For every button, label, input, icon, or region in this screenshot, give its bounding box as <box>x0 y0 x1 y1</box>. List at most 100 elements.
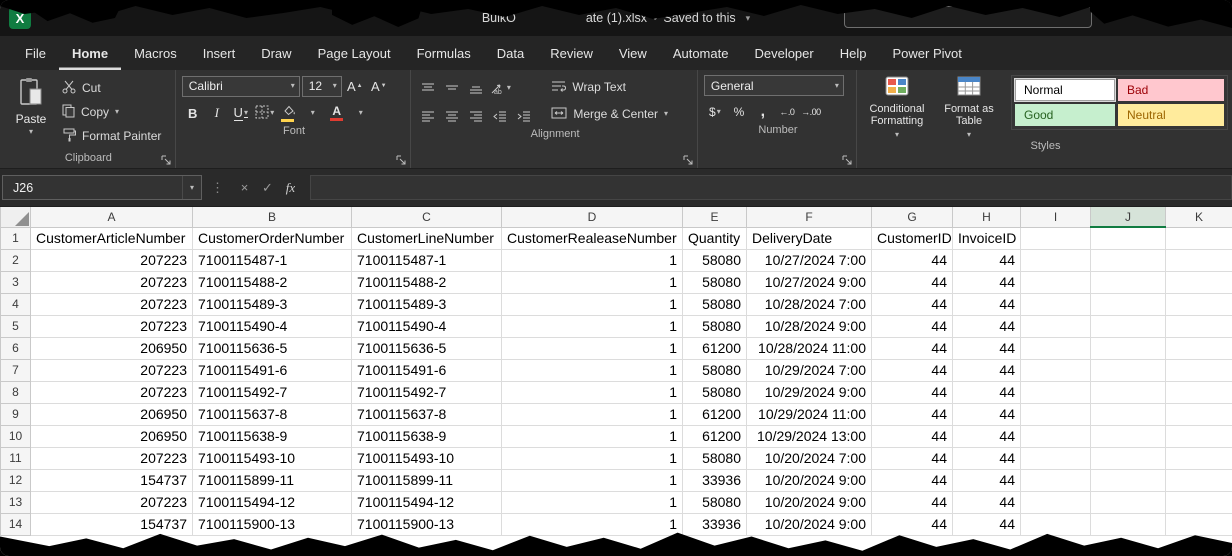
cell-H4[interactable]: 44 <box>953 293 1021 315</box>
cell-C2[interactable]: 7100115487-1 <box>352 249 502 271</box>
cell-K12[interactable] <box>1166 469 1232 491</box>
cell-C1[interactable]: CustomerLineNumber <box>352 227 502 249</box>
cell-J12[interactable] <box>1091 469 1166 491</box>
cell-B9[interactable]: 7100115637-8 <box>193 403 352 425</box>
align-left-button[interactable] <box>417 105 439 127</box>
row-header-9[interactable]: 9 <box>1 403 31 425</box>
clipboard-dialog-launcher[interactable] <box>161 153 172 164</box>
tab-insert[interactable]: Insert <box>190 36 249 70</box>
cell-J8[interactable] <box>1091 381 1166 403</box>
cell-A5[interactable]: 207223 <box>31 315 193 337</box>
cell-F1[interactable]: DeliveryDate <box>747 227 872 249</box>
cell-I3[interactable] <box>1021 271 1091 293</box>
row-header-12[interactable]: 12 <box>1 469 31 491</box>
cell-C10[interactable]: 7100115638-9 <box>352 425 502 447</box>
decrease-decimal-button[interactable]: →.00 <box>800 101 822 123</box>
row-header-8[interactable]: 8 <box>1 381 31 403</box>
cell-K9[interactable] <box>1166 403 1232 425</box>
tab-power-pivot[interactable]: Power Pivot <box>879 36 974 70</box>
chevron-down-icon[interactable]: ▾ <box>746 13 751 24</box>
cell-A6[interactable]: 206950 <box>31 337 193 359</box>
cell-K10[interactable] <box>1166 425 1232 447</box>
cell-B4[interactable]: 7100115489-3 <box>193 293 352 315</box>
tab-developer[interactable]: Developer <box>741 36 826 70</box>
cell-G6[interactable]: 44 <box>872 337 953 359</box>
percent-style-button[interactable]: % <box>728 101 750 123</box>
cell-B1[interactable]: CustomerOrderNumber <box>193 227 352 249</box>
font-name-select[interactable]: Calibri ▾ <box>182 76 300 97</box>
cell-H1[interactable]: InvoiceID <box>953 227 1021 249</box>
cell-F13[interactable]: 10/20/2024 9:00 <box>747 491 872 513</box>
increase-decimal-button[interactable]: ←.0 <box>776 101 798 123</box>
align-center-button[interactable] <box>441 105 463 127</box>
cell-B5[interactable]: 7100115490-4 <box>193 315 352 337</box>
column-header-E[interactable]: E <box>683 207 747 227</box>
cell-D8[interactable]: 1 <box>502 381 683 403</box>
cell-H5[interactable]: 44 <box>953 315 1021 337</box>
cell-K11[interactable] <box>1166 447 1232 469</box>
cell-J4[interactable] <box>1091 293 1166 315</box>
cell-D3[interactable]: 1 <box>502 271 683 293</box>
cell-F7[interactable]: 10/29/2024 7:00 <box>747 359 872 381</box>
column-header-B[interactable]: B <box>193 207 352 227</box>
cell-E3[interactable]: 58080 <box>683 271 747 293</box>
cell-J14[interactable] <box>1091 513 1166 535</box>
cell-D6[interactable]: 1 <box>502 337 683 359</box>
cell-B8[interactable]: 7100115492-7 <box>193 381 352 403</box>
cell-D12[interactable]: 1 <box>502 469 683 491</box>
row-header-1[interactable]: 1 <box>1 227 31 249</box>
cell-G13[interactable]: 44 <box>872 491 953 513</box>
cell-B12[interactable]: 7100115899-11 <box>193 469 352 491</box>
cell-I8[interactable] <box>1021 381 1091 403</box>
row-header-13[interactable]: 13 <box>1 491 31 513</box>
cell-K4[interactable] <box>1166 293 1232 315</box>
cell-E9[interactable]: 61200 <box>683 403 747 425</box>
tab-help[interactable]: Help <box>827 36 880 70</box>
cell-D14[interactable]: 1 <box>502 513 683 535</box>
decrease-indent-button[interactable] <box>489 105 511 127</box>
cell-G4[interactable]: 44 <box>872 293 953 315</box>
cancel-button[interactable]: × <box>233 176 256 200</box>
number-dialog-launcher[interactable] <box>842 153 853 164</box>
font-dialog-launcher[interactable] <box>396 153 407 164</box>
formula-input[interactable] <box>310 175 1232 200</box>
number-format-select[interactable]: General ▾ <box>704 75 844 96</box>
format-as-table-button[interactable]: Format as Table ▾ <box>935 75 1003 139</box>
cell-style-normal[interactable]: Normal <box>1015 79 1115 101</box>
cell-A3[interactable]: 207223 <box>31 271 193 293</box>
borders-button[interactable]: ▾ <box>254 102 276 124</box>
cell-K14[interactable] <box>1166 513 1232 535</box>
cell-G9[interactable]: 44 <box>872 403 953 425</box>
cell-E10[interactable]: 61200 <box>683 425 747 447</box>
alignment-dialog-launcher[interactable] <box>683 153 694 164</box>
cell-C6[interactable]: 7100115636-5 <box>352 337 502 359</box>
cell-G5[interactable]: 44 <box>872 315 953 337</box>
row-header-10[interactable]: 10 <box>1 425 31 447</box>
cell-style-good[interactable]: Good <box>1015 104 1115 126</box>
cell-J10[interactable] <box>1091 425 1166 447</box>
cell-B14[interactable]: 7100115900-13 <box>193 513 352 535</box>
search-input[interactable] <box>844 6 1092 28</box>
cell-I9[interactable] <box>1021 403 1091 425</box>
cell-K2[interactable] <box>1166 249 1232 271</box>
row-header-4[interactable]: 4 <box>1 293 31 315</box>
cell-E14[interactable]: 33936 <box>683 513 747 535</box>
cell-E1[interactable]: Quantity <box>683 227 747 249</box>
cell-F4[interactable]: 10/28/2024 7:00 <box>747 293 872 315</box>
insert-function-button[interactable]: fx <box>279 176 302 200</box>
cell-B7[interactable]: 7100115491-6 <box>193 359 352 381</box>
cell-A9[interactable]: 206950 <box>31 403 193 425</box>
cell-H3[interactable]: 44 <box>953 271 1021 293</box>
column-header-J[interactable]: J <box>1091 207 1166 227</box>
cell-K1[interactable] <box>1166 227 1232 249</box>
cell-I14[interactable] <box>1021 513 1091 535</box>
chevron-down-icon[interactable]: ▾ <box>182 176 201 199</box>
row-header-2[interactable]: 2 <box>1 249 31 271</box>
cell-style-bad[interactable]: Bad <box>1118 79 1224 101</box>
cell-I5[interactable] <box>1021 315 1091 337</box>
cell-I2[interactable] <box>1021 249 1091 271</box>
cell-C11[interactable]: 7100115493-10 <box>352 447 502 469</box>
cell-H12[interactable]: 44 <box>953 469 1021 491</box>
column-header-K[interactable]: K <box>1166 207 1232 227</box>
cell-G14[interactable]: 44 <box>872 513 953 535</box>
